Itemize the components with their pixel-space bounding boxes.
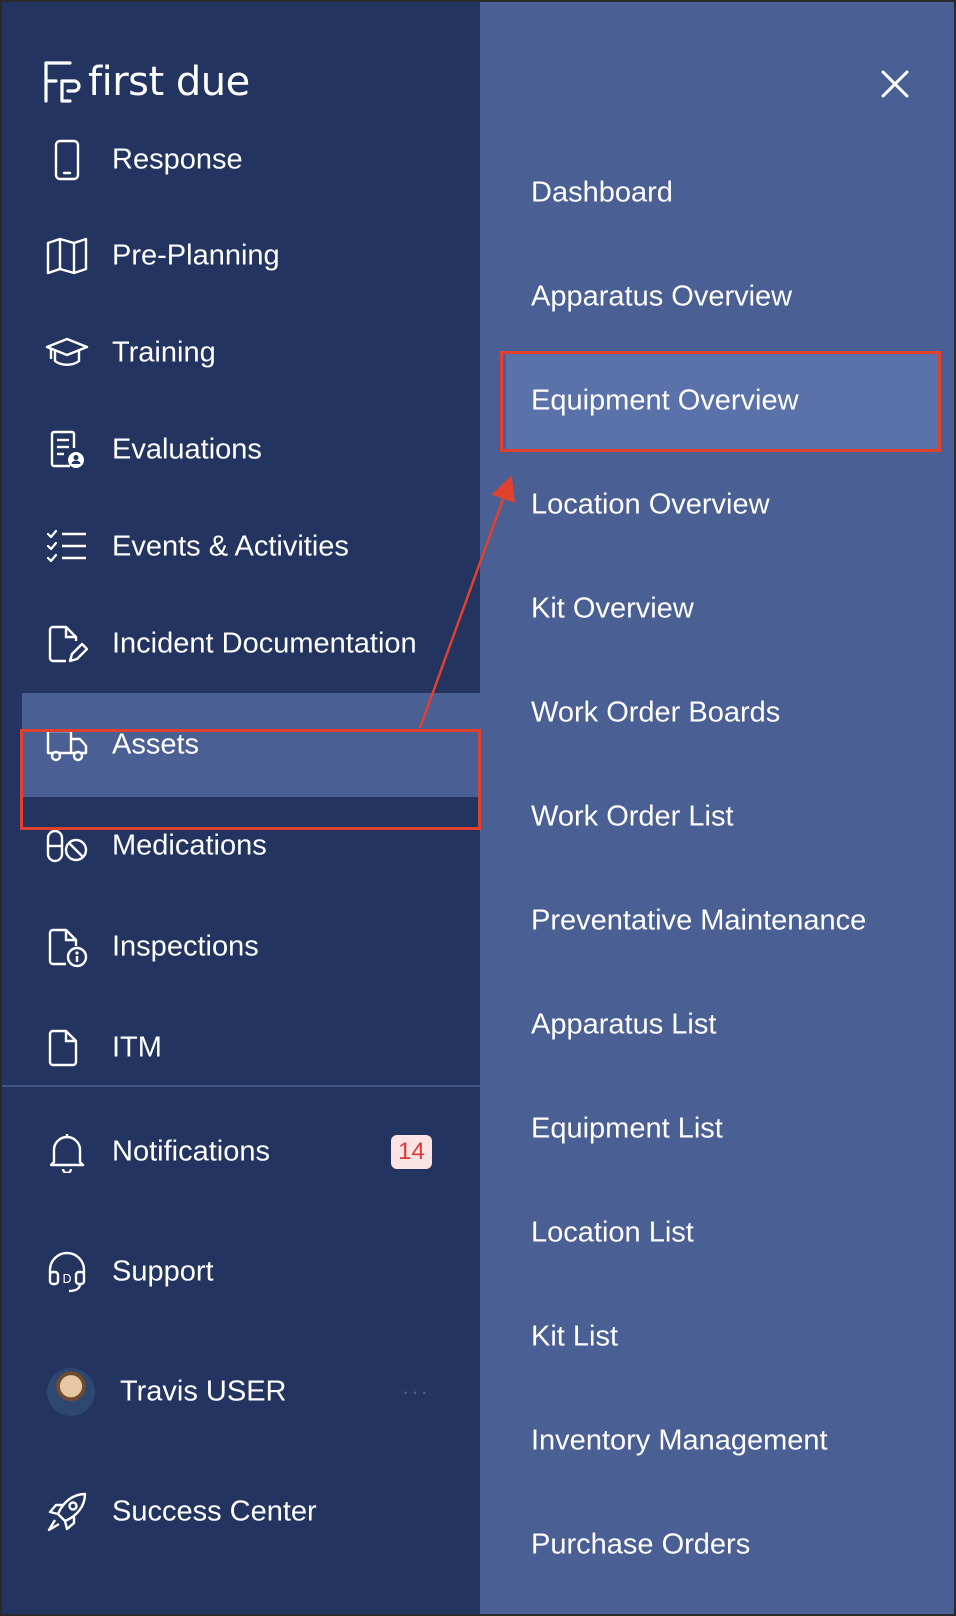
pills-icon: [44, 823, 90, 869]
sidebar-item-label: Incident Documentation: [112, 627, 417, 660]
submenu-item-label: Apparatus List: [531, 1008, 717, 1041]
close-icon[interactable]: [875, 64, 915, 104]
graduation-cap-icon: [44, 330, 90, 376]
submenu-item-equipment-overview[interactable]: Equipment Overview: [506, 351, 940, 451]
submenu-item-kit-overview[interactable]: Kit Overview: [500, 559, 940, 659]
sidebar-item-label: Pre-Planning: [112, 239, 280, 272]
sidebar-item-medications[interactable]: Medications: [0, 794, 480, 898]
more-options-icon[interactable]: ···: [402, 1379, 430, 1405]
submenu-item-preventative-maintenance[interactable]: Preventative Maintenance: [500, 871, 940, 971]
sidebar-item-label: Response: [112, 143, 243, 176]
sidebar-nav[interactable]: Response Pre-Planning Training Evaluatio…: [0, 108, 480, 1085]
document-edit-icon: [44, 621, 90, 667]
submenu-item-work-order-list[interactable]: Work Order List: [500, 767, 940, 867]
sidebar-item-label: ITM: [112, 1031, 162, 1064]
submenu-item-label: Inventory Management: [531, 1424, 828, 1457]
truck-icon: [44, 722, 90, 768]
submenu-item-label: Equipment List: [531, 1112, 723, 1145]
sidebar-item-label: Training: [112, 336, 216, 369]
sidebar-item-training[interactable]: Training: [0, 301, 480, 405]
headset-icon: D: [44, 1249, 90, 1295]
sidebar-item-pre-planning[interactable]: Pre-Planning: [0, 204, 480, 308]
brand-name: first due: [88, 59, 250, 105]
sidebar-divider: [0, 1085, 480, 1087]
app-frame: first due Response Pre-Planning Training: [0, 0, 956, 1616]
submenu-item-equipment-list[interactable]: Equipment List: [500, 1079, 940, 1179]
submenu-item-kit-list[interactable]: Kit List: [500, 1287, 940, 1387]
sidebar-item-itm[interactable]: ITM: [0, 996, 480, 1085]
sidebar-item-success-center[interactable]: Success Center: [0, 1464, 480, 1560]
sidebar-item-label: Inspections: [112, 930, 259, 963]
phone-icon: [44, 137, 90, 183]
submenu-item-label: Kit Overview: [531, 592, 694, 625]
sidebar-item-response[interactable]: Response: [0, 108, 480, 212]
bell-icon: [44, 1129, 90, 1175]
sidebar-item-label: Events & Activities: [112, 530, 349, 563]
sidebar-item-evaluations[interactable]: Evaluations: [0, 398, 480, 502]
sidebar-item-incident-documentation[interactable]: Incident Documentation: [0, 592, 480, 696]
submenu-item-label: Location List: [531, 1216, 694, 1249]
sidebar-item-user[interactable]: Travis USER ···: [0, 1344, 480, 1440]
user-name: Travis USER: [120, 1375, 287, 1408]
support-label: Support: [112, 1255, 214, 1288]
submenu-item-label: Preventative Maintenance: [531, 904, 867, 937]
sidebar-item-label: Medications: [112, 829, 267, 862]
submenu-item-label: Apparatus Overview: [531, 280, 793, 313]
avatar: [47, 1368, 95, 1416]
submenu-item-label: Kit List: [531, 1320, 619, 1353]
sidebar-item-support[interactable]: D Support: [0, 1224, 480, 1320]
brand-logo[interactable]: first due: [38, 58, 250, 106]
submenu-item-apparatus-overview[interactable]: Apparatus Overview: [500, 247, 940, 347]
submenu-item-label: Purchase Orders: [531, 1528, 751, 1561]
evaluation-doc-icon: [44, 427, 90, 473]
submenu-item-apparatus-list[interactable]: Apparatus List: [500, 975, 940, 1075]
notifications-label: Notifications: [112, 1135, 270, 1168]
main-sidebar: first due Response Pre-Planning Training: [0, 0, 480, 1616]
submenu-item-label: Equipment Overview: [531, 384, 799, 417]
submenu-item-label: Work Order Boards: [531, 696, 781, 729]
success-center-label: Success Center: [112, 1495, 317, 1528]
first-due-logo-icon: [44, 61, 81, 103]
submenu-item-label: Location Overview: [531, 488, 770, 521]
submenu-item-work-order-boards[interactable]: Work Order Boards: [500, 663, 940, 763]
document-icon: [44, 1025, 90, 1071]
submenu-item-label: Work Order List: [531, 800, 734, 833]
sidebar-item-inspections[interactable]: Inspections: [0, 895, 480, 999]
svg-text:D: D: [62, 1272, 71, 1286]
submenu-item-location-overview[interactable]: Location Overview: [500, 455, 940, 555]
notifications-count-badge: 14: [391, 1135, 432, 1169]
submenu-item-inventory-management[interactable]: Inventory Management: [500, 1391, 940, 1491]
rocket-icon: [44, 1489, 90, 1535]
sidebar-item-notifications[interactable]: Notifications 14: [0, 1104, 480, 1200]
submenu-item-location-list[interactable]: Location List: [500, 1183, 940, 1283]
sidebar-item-assets[interactable]: Assets: [22, 693, 480, 797]
document-info-icon: [44, 924, 90, 970]
sidebar-item-label: Assets: [112, 728, 200, 761]
submenu-item-label: Dashboard: [531, 176, 673, 209]
map-icon: [44, 233, 90, 279]
sidebar-item-events-activities[interactable]: Events & Activities: [0, 495, 480, 599]
submenu-item-dashboard[interactable]: Dashboard: [500, 143, 940, 243]
sidebar-item-label: Evaluations: [112, 433, 262, 466]
submenu-item-purchase-orders[interactable]: Purchase Orders: [500, 1495, 940, 1595]
checklist-icon: [44, 524, 90, 570]
